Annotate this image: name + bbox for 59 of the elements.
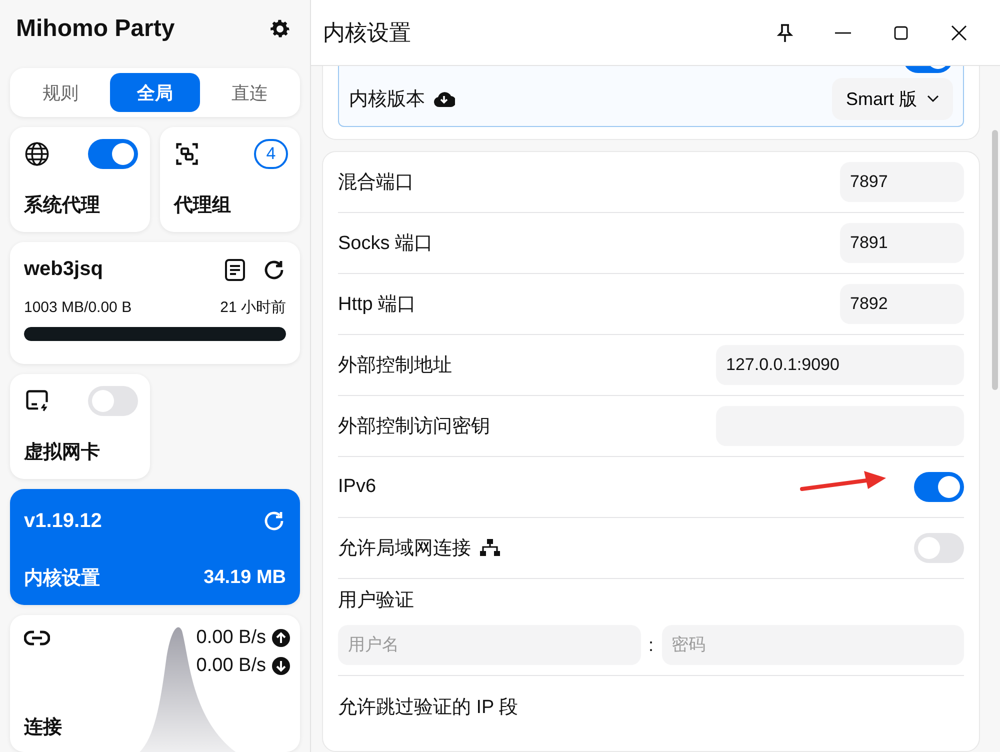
text-field[interactable]: 7891 <box>840 223 964 263</box>
profile-name: web3jsq <box>24 258 103 282</box>
group-icon <box>174 140 200 167</box>
link-icon <box>24 629 50 648</box>
upload-icon <box>272 629 290 648</box>
core-version: v1.19.12 <box>24 510 102 533</box>
cloud-download-icon[interactable] <box>433 91 455 107</box>
download-speed: 0.00 B/s <box>196 655 266 678</box>
tile-label: 系统代理 <box>24 194 101 218</box>
setting-label: 外部控制地址 <box>338 354 452 378</box>
maximize-icon <box>894 26 908 40</box>
tile-label: 代理组 <box>174 194 232 218</box>
mode-tab[interactable]: 规则 <box>15 73 106 112</box>
app-title: Mihomo Party <box>16 15 175 44</box>
text-field[interactable]: 7892 <box>840 284 964 324</box>
setting-label: 混合端口 <box>338 171 414 195</box>
toggle-switch[interactable] <box>88 138 138 169</box>
usage-text: 1003 MB/0.00 B <box>24 298 132 316</box>
text-field[interactable]: 7897 <box>840 162 964 202</box>
setting-label: 用户验证 <box>338 589 415 613</box>
tile-card[interactable]: 系统代理 <box>10 126 150 232</box>
tile-label: 虚拟网卡 <box>24 440 101 466</box>
scrollbar[interactable] <box>992 130 998 390</box>
text-field[interactable]: 127.0.0.1:9090 <box>716 345 964 385</box>
document-icon[interactable] <box>224 258 246 282</box>
core-card[interactable]: v1.19.12 内核设置 34.19 MB <box>10 489 300 606</box>
password-field[interactable]: 密码 <box>662 625 964 665</box>
setting-label: 外部控制访问密钥 <box>338 415 490 439</box>
tile-card[interactable]: 4 代理组 <box>160 126 300 232</box>
toggle-switch[interactable] <box>914 533 964 563</box>
setting-label: Socks 端口 <box>338 232 434 256</box>
upload-speed: 0.00 B/s <box>196 627 266 650</box>
setting-label: 允许局域网连接 <box>338 535 501 561</box>
setting-label: IPv6 <box>338 476 376 498</box>
profile-card[interactable]: web3jsq 1003 MB/0.00 B 21 小时前 <box>10 242 300 364</box>
pin-icon <box>776 22 794 42</box>
count-badge: 4 <box>254 138 288 169</box>
setting-label: Http 端口 <box>338 293 416 317</box>
toggle-switch[interactable] <box>88 386 138 416</box>
globe-icon <box>24 140 50 167</box>
updated-time: 21 小时前 <box>220 298 286 317</box>
page-title: 内核设置 <box>323 18 412 46</box>
tile-card[interactable]: 虚拟网卡 <box>10 374 150 480</box>
version-select[interactable]: Smart 版 <box>832 78 953 120</box>
toggle-switch[interactable] <box>914 472 964 502</box>
mode-tab[interactable]: 直连 <box>204 73 296 112</box>
close-icon <box>951 24 967 40</box>
separator-colon: : <box>648 634 654 656</box>
mode-tab[interactable]: 全局 <box>110 73 200 112</box>
core-label: 内核设置 <box>24 567 100 592</box>
connections-label: 连接 <box>24 716 63 740</box>
setting-label: 内核版本 <box>349 88 425 112</box>
setting-label: 允许跳过验证的 IP 段 <box>338 696 518 720</box>
chevron-down-icon <box>927 95 939 103</box>
connections-card[interactable]: 0.00 B/s 0.00 B/s 连接 <box>10 615 300 752</box>
download-icon <box>272 657 290 676</box>
minimize-icon <box>835 32 851 34</box>
username-field[interactable]: 用户名 <box>338 625 640 665</box>
memory-usage: 34.19 MB <box>204 567 286 590</box>
